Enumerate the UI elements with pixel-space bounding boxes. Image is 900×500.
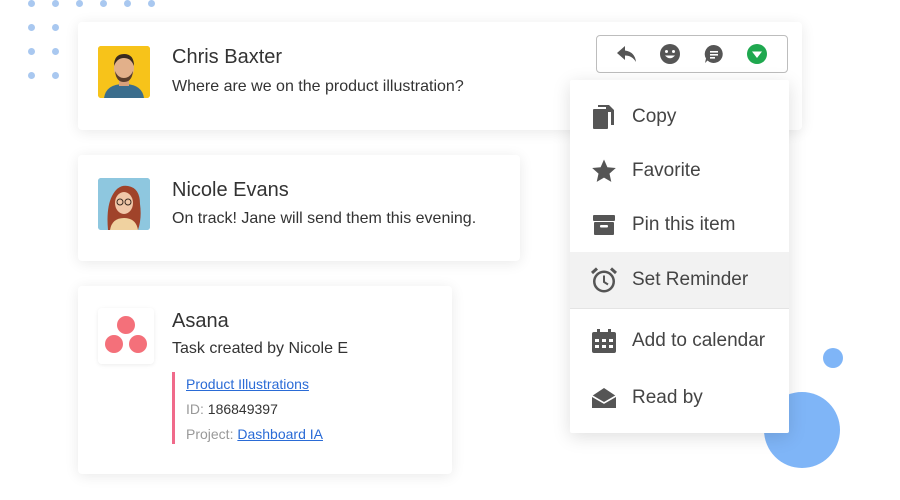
pin-archive-icon [590,211,618,239]
comment-icon [704,44,723,63]
sender-name: Chris Baxter [172,46,283,68]
id-label: ID: [186,401,204,417]
context-menu: Copy Favorite Pin this item Set Reminder… [570,80,789,433]
menu-item-favorite[interactable]: Favorite [570,143,789,199]
reply-button[interactable] [614,41,640,67]
message-text: Where are we on the product illustration… [172,78,464,95]
menu-item-label: Copy [632,106,677,127]
menu-divider [570,308,789,309]
alarm-clock-icon [590,266,618,294]
star-icon [590,157,618,185]
task-created-text: Task created by Nicole E [172,340,349,357]
menu-item-read-by[interactable]: Read by [570,370,789,426]
dropdown-icon [747,44,768,64]
asana-logo [98,308,154,364]
sender-name: Nicole Evans [172,179,289,201]
menu-item-label: Add to calendar [632,330,766,351]
emoji-icon [660,44,681,64]
project-label: Project: [186,426,234,442]
app-name: Asana [172,310,229,332]
message-actions-toolbar [596,35,788,73]
menu-item-pin[interactable]: Pin this item [570,197,789,253]
avatar-chris-baxter [98,46,150,98]
avatar-nicole-evans [98,178,150,230]
reply-icon [616,46,636,62]
comment-button[interactable] [701,41,727,67]
emoji-button[interactable] [657,41,683,67]
project-link[interactable]: Dashboard IA [237,426,323,442]
asana-logo-icon [98,308,154,364]
task-link[interactable]: Product Illustrations [186,376,309,392]
message-card-nicole[interactable]: Nicole Evans On track! Jane will send th… [78,155,520,261]
copy-icon [590,103,618,131]
task-details: Product Illustrations ID: 186849397 Proj… [172,372,323,444]
menu-item-set-reminder[interactable]: Set Reminder [570,252,789,308]
menu-item-label: Pin this item [632,214,736,235]
menu-item-label: Set Reminder [632,269,749,290]
more-dropdown-button[interactable] [744,41,770,67]
open-envelope-icon [590,384,618,412]
calendar-icon [590,327,618,355]
menu-item-label: Read by [632,387,703,408]
decorative-circle-small [823,348,843,368]
message-text: On track! Jane will send them this eveni… [172,210,477,227]
menu-item-add-to-calendar[interactable]: Add to calendar [570,313,789,369]
menu-item-copy[interactable]: Copy [570,89,789,145]
id-value: 186849397 [207,401,278,417]
menu-item-label: Favorite [632,160,701,181]
